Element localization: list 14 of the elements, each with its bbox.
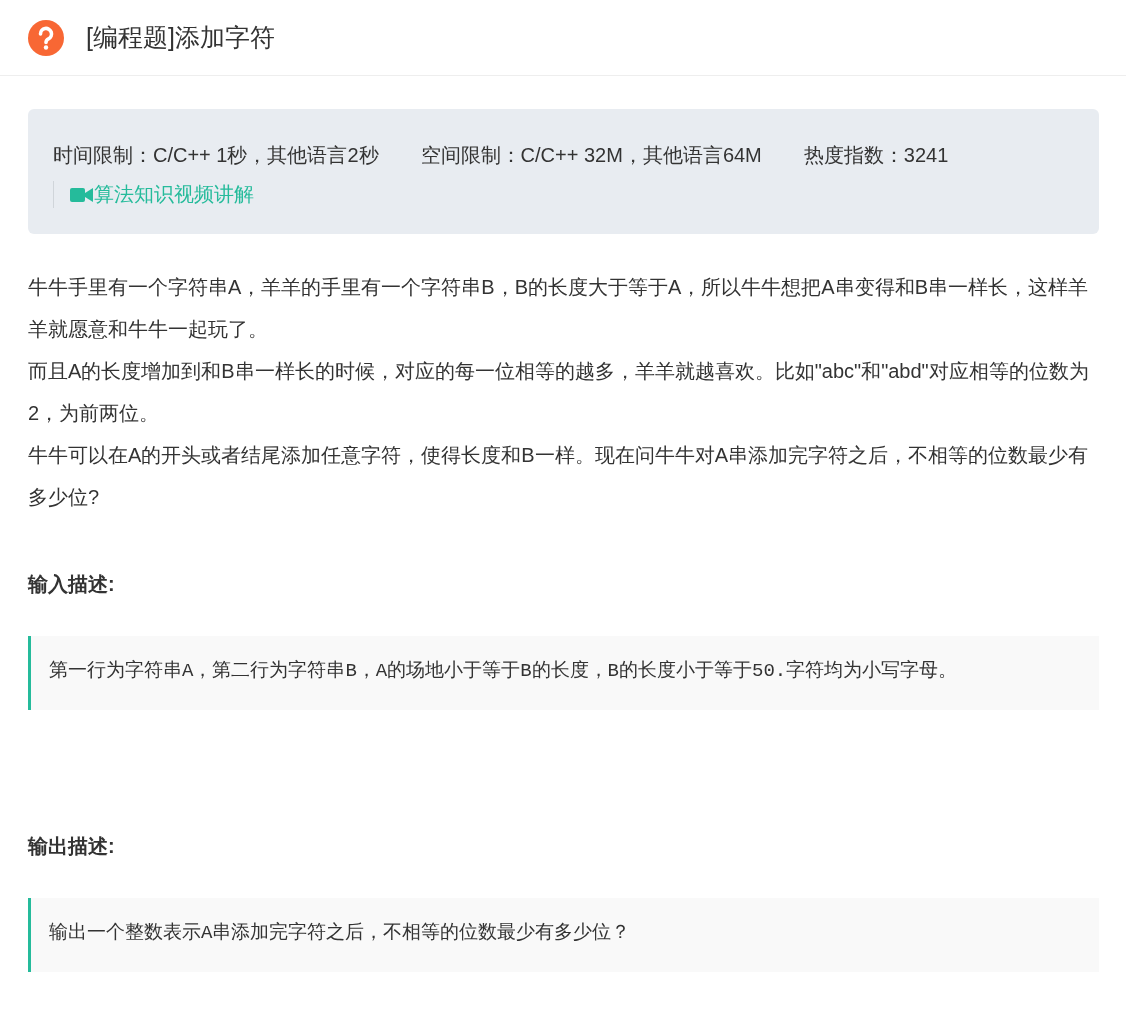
section-heading: 输出描述: <box>28 834 116 859</box>
help-icon <box>28 19 64 56</box>
section-heading: 输入描述: <box>28 572 116 597</box>
limit-text: 空间限制：C/C++ 32M，其他语言64M <box>420 143 762 168</box>
limit-text: 时间限制：C/C++ 1秒，其他语言2秒 <box>53 143 379 168</box>
section-body: 输出一个整数表示A串添加完字符之后，不相等的位数最少有多少位？ <box>28 898 1099 972</box>
description-paragraph: 牛牛可以在A的开头或者结尾添加任意字符，使得长度和B一样。现在问牛牛对A串添加完字符之后，不相等的位数最少有多少位? <box>28 443 1090 510</box>
video-camera-icon <box>70 186 94 203</box>
video-lecture-link[interactable]: 算法知识视频讲解 <box>70 181 254 208</box>
section-body: 第一行为字符串A，第二行为字符串B，A的场地小于等于B的长度，B的长度小于等于50.字符均为小写字母。 <box>28 636 1099 710</box>
problem-title: [编程题]添加字符 <box>86 22 275 53</box>
description-paragraph: 而且A的长度增加到和B串一样长的时候，对应的每一位相等的越多，羊羊就越喜欢。比如"abc"和"abd"对应相等的位数为2，为前两位。 <box>28 359 1090 426</box>
description-paragraph: 牛牛手里有一个字符串A，羊羊的手里有一个字符串B，B的长度大于等于A，所以牛牛想把A串变得和B串一样长，这样羊羊就愿意和牛牛一起玩了。 <box>28 275 1090 342</box>
limit-text: 热度指数：3241 <box>803 143 949 168</box>
